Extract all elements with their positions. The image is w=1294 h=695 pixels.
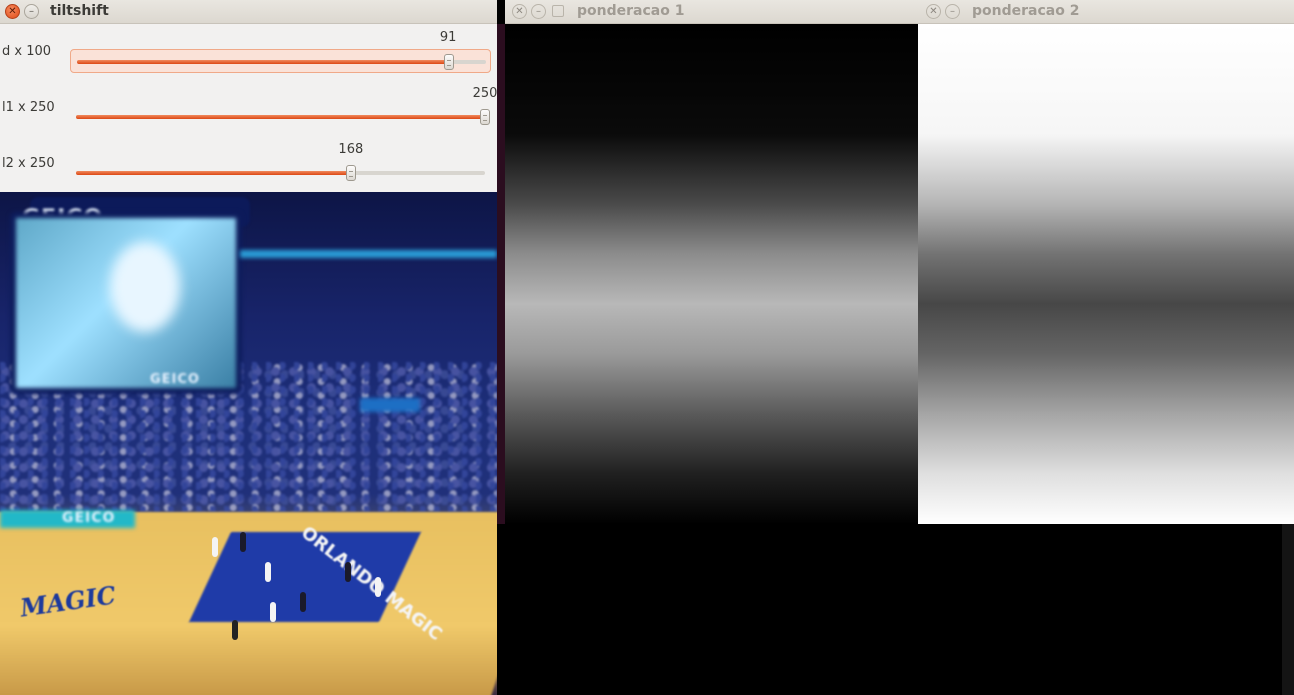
- trackbar-label: l2 x 250: [2, 156, 55, 171]
- trackbar-panel: d x 100 91 l1 x 250 250 l2 x 250 168: [0, 24, 497, 192]
- slider-fill: [76, 171, 351, 175]
- player: [212, 537, 218, 557]
- close-icon[interactable]: ✕: [926, 4, 941, 19]
- slider-l1[interactable]: [70, 105, 491, 129]
- slider-thumb[interactable]: [480, 109, 490, 125]
- trackbar-l1: l1 x 250 250: [0, 80, 497, 136]
- close-icon[interactable]: ✕: [512, 4, 527, 19]
- trackbar-d: d x 100 91: [0, 24, 497, 80]
- slider-fill: [77, 60, 450, 64]
- maximize-icon[interactable]: [552, 5, 564, 17]
- trackbar-l2: l2 x 250 168: [0, 136, 497, 192]
- slider-trough[interactable]: [76, 109, 490, 125]
- ponderacao2-window: ✕ – ponderacao 2: [918, 0, 1294, 524]
- sign-geico-scoreboard: GEICO: [150, 372, 200, 387]
- trackbar-label: l1 x 250: [2, 100, 55, 115]
- inverse-weight-mask-image: [918, 24, 1294, 524]
- slider-thumb[interactable]: [345, 165, 356, 181]
- player: [300, 592, 306, 612]
- tiltshift-titlebar[interactable]: ✕ – tiltshift: [0, 0, 497, 24]
- ponderacao1-window: ✕ – ponderacao 1: [505, 0, 918, 524]
- sign-geico-courtside: GEICO: [62, 510, 116, 526]
- jumbotron-player: [110, 242, 180, 332]
- minimize-icon[interactable]: –: [24, 4, 39, 19]
- trackbar-value: 250: [472, 86, 498, 101]
- desktop-background-bottom: [497, 524, 1294, 695]
- player: [345, 562, 351, 582]
- close-icon[interactable]: ✕: [5, 4, 20, 19]
- window-title: ponderacao 1: [577, 3, 685, 19]
- desktop-background: [497, 24, 505, 524]
- referee: [232, 620, 238, 640]
- player: [270, 602, 276, 622]
- slider-thumb[interactable]: [444, 54, 455, 70]
- player: [265, 562, 271, 582]
- minimize-icon[interactable]: –: [531, 4, 546, 19]
- trackbar-label: d x 100: [2, 44, 52, 59]
- window-title: tiltshift: [50, 3, 109, 19]
- player: [240, 532, 246, 552]
- window-title: ponderacao 2: [972, 3, 1080, 19]
- slider-l2[interactable]: [70, 161, 491, 185]
- slider-fill: [76, 115, 485, 119]
- minimize-icon[interactable]: –: [945, 4, 960, 19]
- slider-trough[interactable]: [77, 54, 486, 70]
- weight-mask-image: [505, 24, 918, 524]
- trackbar-value: 91: [439, 30, 457, 45]
- player: [375, 577, 381, 597]
- ponderacao2-titlebar[interactable]: ✕ – ponderacao 2: [918, 0, 1294, 24]
- ponderacao1-titlebar[interactable]: ✕ – ponderacao 1: [505, 0, 918, 24]
- tiltshift-window: ✕ – tiltshift d x 100 91 l1 x 250 250 l2…: [0, 0, 497, 695]
- tiltshift-image: GEICO GEICO GEICO MAGIC ORLANDO MAGIC: [0, 192, 497, 695]
- desktop-edge: [1282, 524, 1294, 695]
- ribbon-board: [240, 250, 497, 258]
- ribbon-sign: [360, 398, 420, 412]
- trackbar-value: 168: [338, 142, 364, 157]
- slider-trough[interactable]: [76, 165, 485, 181]
- slider-d[interactable]: [70, 49, 491, 73]
